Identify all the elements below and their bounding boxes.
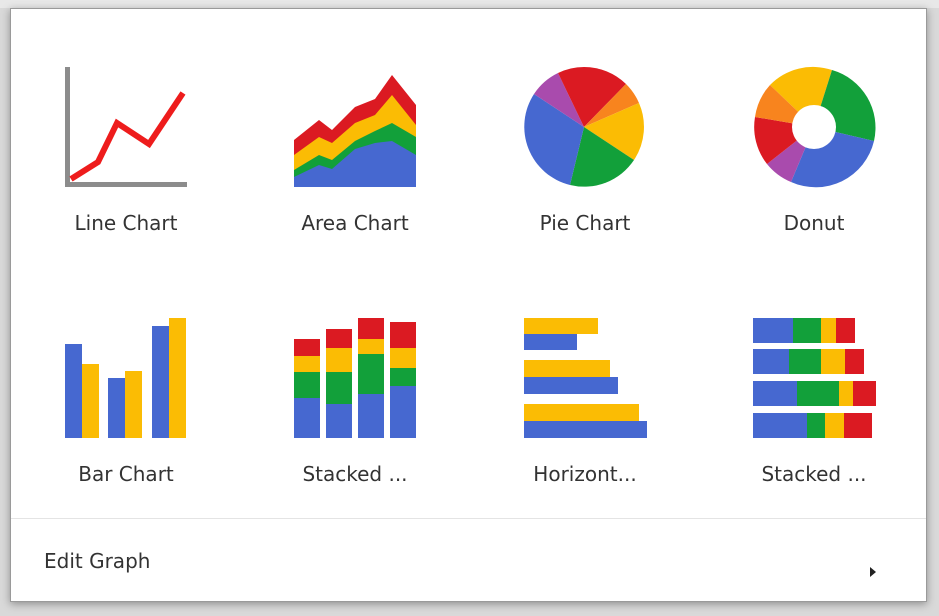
menu-item-label: Stacked ...: [302, 462, 408, 486]
menu-item-label: Bar Chart: [78, 462, 174, 486]
bar-chart-icon: [61, 316, 191, 446]
menu-item-area-chart[interactable]: Area Chart: [270, 65, 440, 295]
menu-item-bar-chart[interactable]: Bar Chart: [41, 316, 211, 546]
menu-item-stacked-bar-chart[interactable]: Stacked ...: [270, 316, 440, 546]
menu-item-label: Horizont...: [533, 462, 637, 486]
chart-type-menu: Line Chart Area Chart Pie Chart Donut Ba…: [10, 8, 927, 602]
horizontal-bar-chart-icon: [520, 316, 650, 446]
menu-item-label: Line Chart: [74, 211, 178, 235]
menu-item-horizontal-bar-chart[interactable]: Horizont...: [500, 316, 670, 546]
edit-graph-menu-item[interactable]: Edit Graph: [11, 519, 926, 603]
stacked-bar-chart-icon: [290, 316, 420, 446]
area-chart-icon: [290, 65, 420, 195]
menu-item-pie-chart[interactable]: Pie Chart: [500, 65, 670, 295]
line-chart-icon: [61, 65, 191, 195]
background: [0, 0, 939, 8]
menu-item-line-chart[interactable]: Line Chart: [41, 65, 211, 295]
menu-item-label: Area Chart: [301, 211, 409, 235]
menu-item-label: Pie Chart: [539, 211, 631, 235]
pie-chart-icon: [520, 65, 650, 195]
menu-item-label: Donut: [783, 211, 845, 235]
menu-item-donut[interactable]: Donut: [729, 65, 899, 295]
donut-chart-icon: [749, 65, 879, 195]
menu-item-stacked-horizontal-bar-chart[interactable]: Stacked ...: [729, 316, 899, 546]
menu-item-label: Stacked ...: [761, 462, 867, 486]
edit-graph-label: Edit Graph: [44, 549, 151, 573]
chart-type-grid: Line Chart Area Chart Pie Chart Donut Ba…: [11, 9, 926, 517]
caret-right-icon: [870, 567, 876, 577]
stacked-horizontal-bar-chart-icon: [749, 316, 879, 446]
